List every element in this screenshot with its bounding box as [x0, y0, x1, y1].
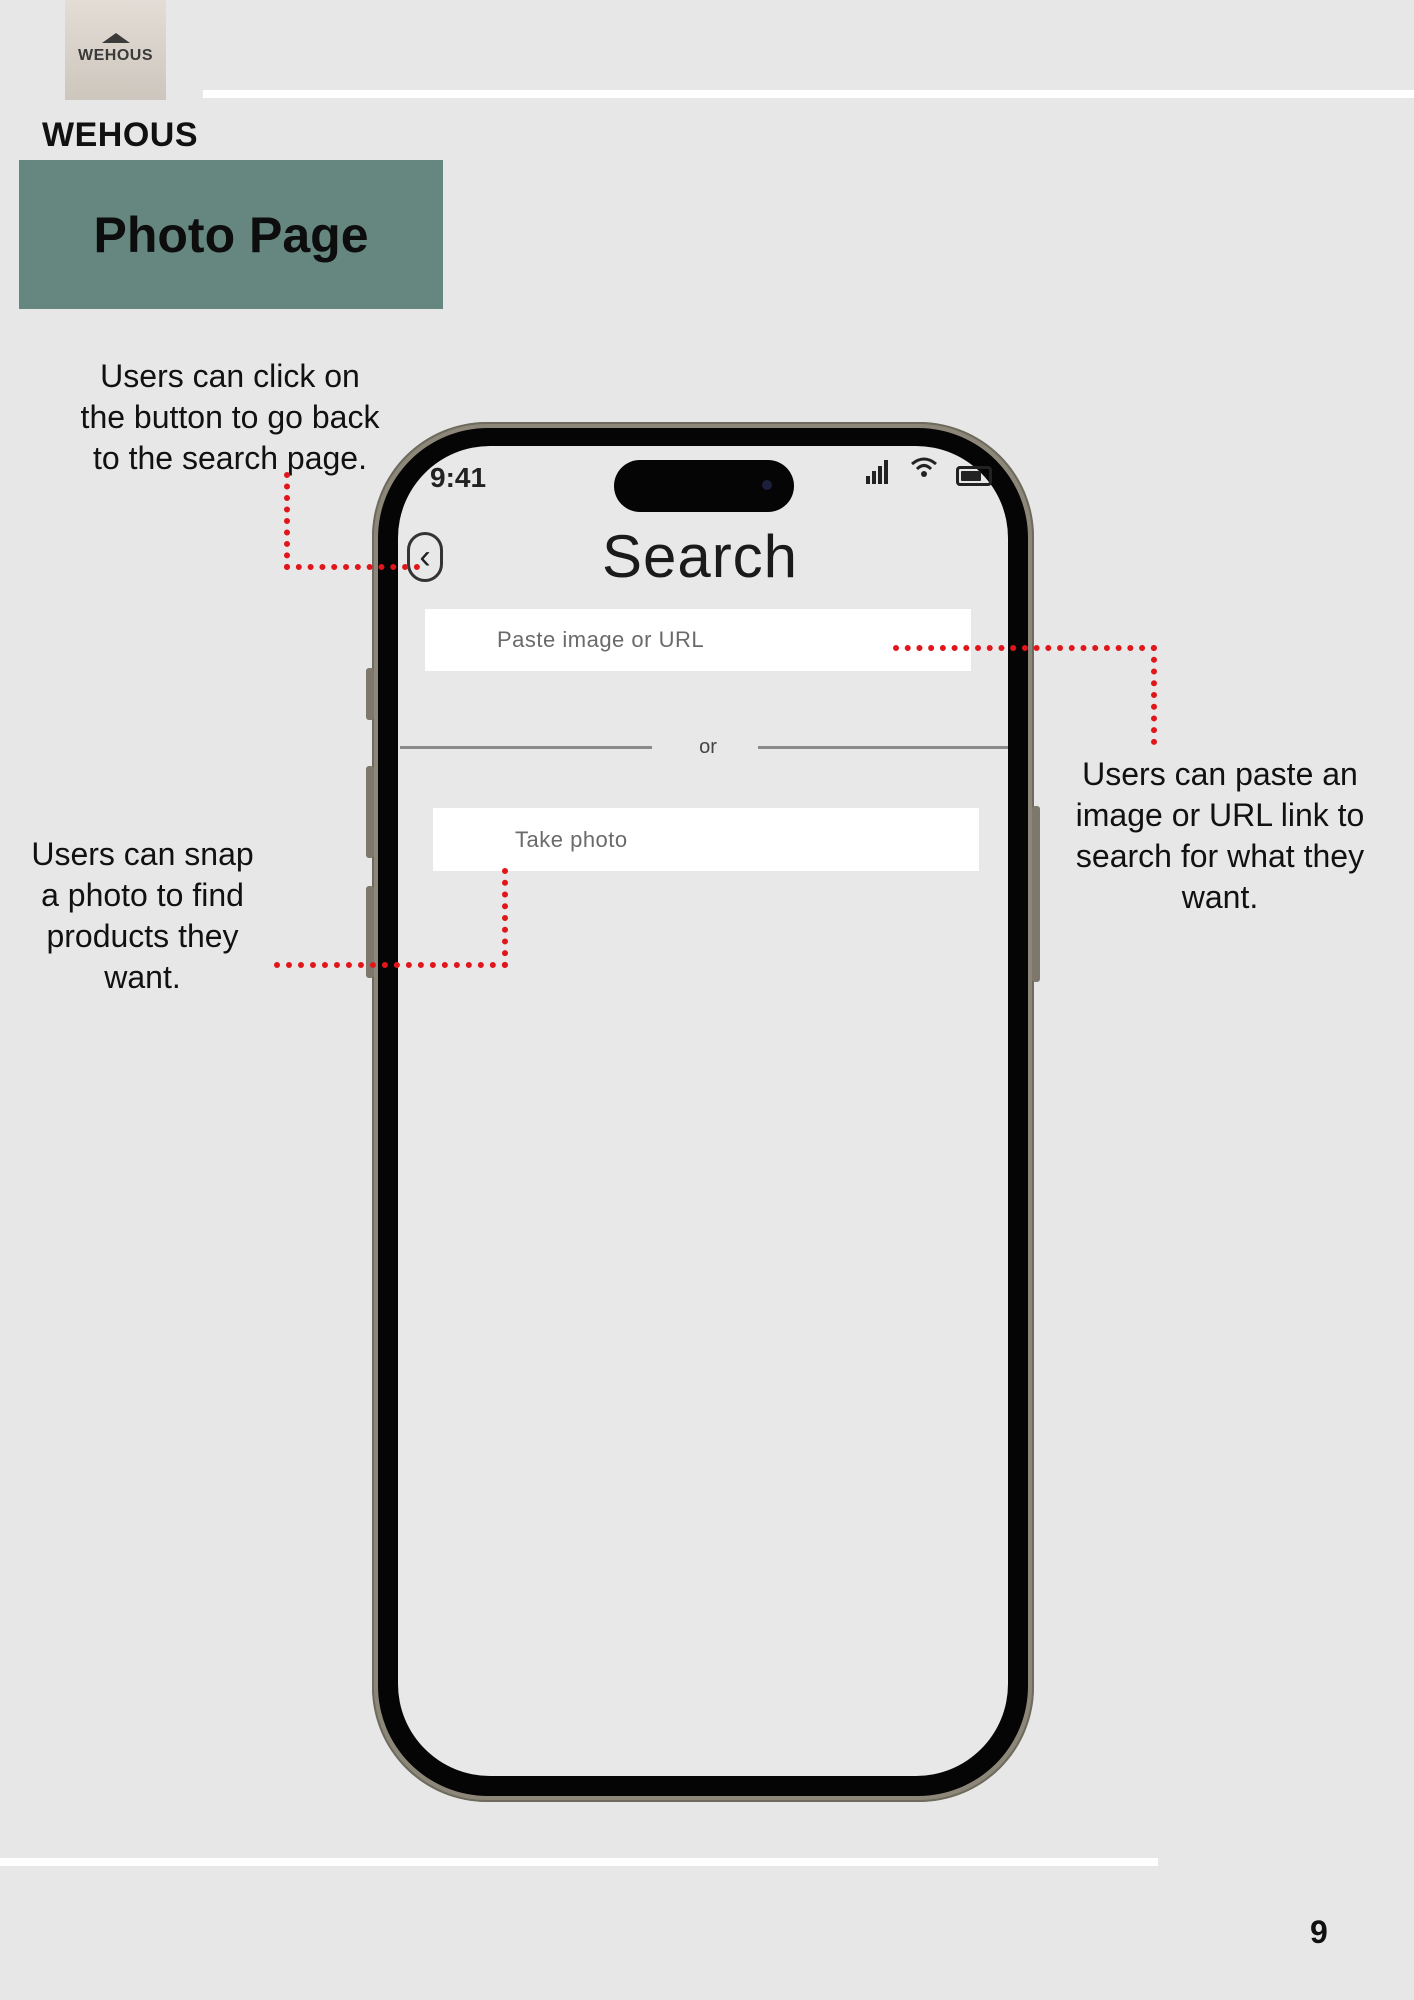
take-photo-label: Take photo: [515, 826, 628, 852]
house-icon: [101, 33, 130, 43]
page-title: Photo Page: [93, 206, 369, 263]
page-title-box: Photo Page: [19, 160, 443, 309]
screen-title: Search: [601, 523, 799, 590]
page-number: 9: [1310, 1914, 1328, 1950]
back-button[interactable]: ‹: [407, 532, 443, 582]
divider-line-right: [758, 746, 1008, 749]
chevron-left-icon: ‹: [419, 537, 431, 576]
connector-back-vertical: [284, 472, 290, 570]
phone-side-button: [1032, 806, 1040, 982]
wifi-icon: [910, 456, 938, 484]
top-divider: [203, 90, 1414, 98]
connector-photo-horizontal: [274, 962, 508, 968]
phone-side-button: [366, 668, 374, 720]
bottom-divider: [0, 1858, 1158, 1866]
signal-icon: [866, 458, 888, 484]
phone-side-button: [366, 766, 374, 858]
annotation-photo: Users can snap a photo to find products …: [31, 836, 254, 995]
connector-back-horizontal: [284, 564, 420, 570]
camera-icon: [762, 480, 772, 490]
logo: WEHOUS: [65, 0, 166, 100]
paste-image-url-input[interactable]: Paste image or URL: [425, 609, 971, 671]
connector-paste-horizontal: [893, 645, 1157, 651]
annotation-paste: Users can paste an image or URL link to …: [1075, 756, 1365, 915]
divider-line-left: [400, 746, 652, 749]
take-photo-button[interactable]: Take photo: [433, 808, 979, 871]
paste-placeholder: Paste image or URL: [497, 627, 705, 652]
connector-paste-vertical: [1151, 645, 1157, 745]
connector-photo-vertical: [502, 868, 508, 968]
status-time: 9:41: [430, 462, 487, 493]
battery-icon: [956, 466, 992, 486]
logo-text: WEHOUS: [78, 47, 153, 64]
brand-name: WEHOUS: [42, 116, 198, 154]
annotation-back: Users can click on the button to go back…: [80, 358, 380, 476]
divider-text: or: [699, 736, 717, 758]
